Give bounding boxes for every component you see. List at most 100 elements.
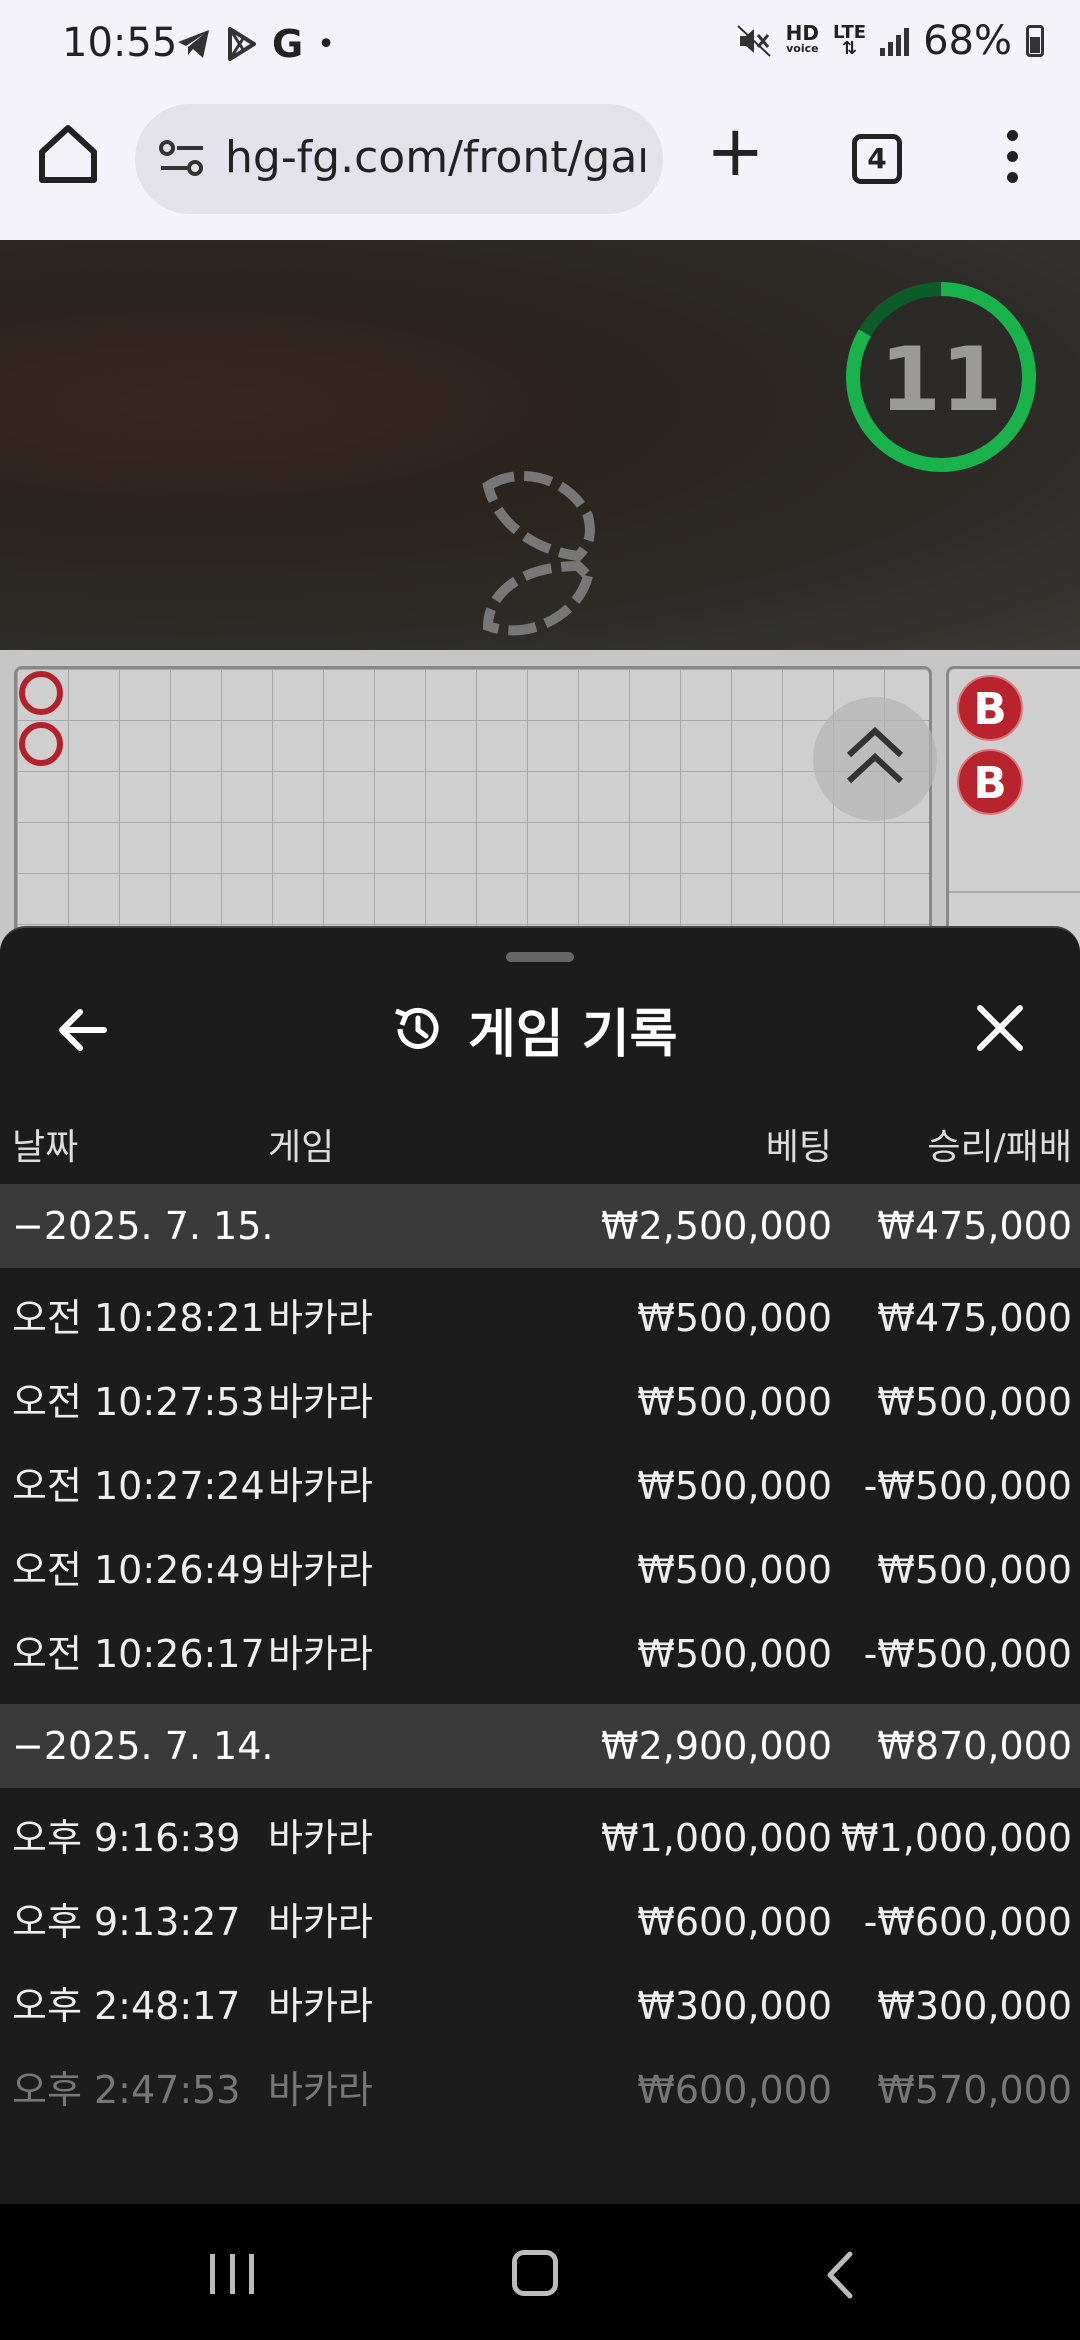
row-game: 바카라 — [268, 1464, 373, 1508]
game-history-sheet: 게임 기록 날짜 게임 베팅 승리/패배 −2025. 7. 15. ₩2,50… — [0, 926, 1080, 2204]
row-win-loss: ₩500,000 — [877, 1548, 1072, 1592]
address-bar[interactable]: hg-fg.com/front/game — [135, 104, 663, 214]
loading-spinner-icon — [482, 471, 595, 636]
more-notifications-dot: • — [317, 26, 335, 62]
tab-switcher-button[interactable]: 4 — [852, 134, 902, 184]
roadmap-panel: B B — [0, 650, 1080, 966]
bead-road-grid: B B — [946, 666, 1080, 966]
mute-icon — [736, 25, 771, 57]
row-bet: ₩500,000 — [637, 1632, 832, 1676]
expand-roadmap-button[interactable] — [813, 697, 937, 821]
history-icon — [395, 1007, 439, 1049]
row-win-loss: ₩1,000,000 — [841, 1816, 1072, 1860]
system-icons: HD voice LTE ⇅ 68% — [736, 18, 1044, 64]
table-row[interactable]: 오후 9:16:39 바카라 ₩1,000,000 ₩1,000,000 — [0, 1796, 1080, 1880]
row-time: 오전 10:26:49 — [12, 1548, 265, 1592]
browser-toolbar: hg-fg.com/front/game + 4 — [0, 90, 1080, 240]
system-nav-bar — [0, 2204, 1080, 2340]
play-store-icon — [228, 27, 256, 61]
row-game: 바카라 — [268, 1816, 373, 1860]
row-game: 바카라 — [268, 1900, 373, 1944]
table-row[interactable]: 오전 10:27:53 바카라 ₩500,000 ₩500,000 — [0, 1360, 1080, 1444]
row-win-loss: ₩475,000 — [877, 1296, 1072, 1340]
table-row[interactable]: 오전 10:27:24 바카라 ₩500,000 -₩500,000 — [0, 1444, 1080, 1528]
row-win-loss: -₩500,000 — [863, 1632, 1072, 1676]
site-settings-icon[interactable] — [159, 138, 205, 180]
table-header: 날짜 게임 베팅 승리/패배 — [0, 1118, 1080, 1180]
row-game: 바카라 — [268, 1548, 373, 1592]
row-win-loss: -₩600,000 — [863, 1900, 1072, 1944]
date-group-row[interactable]: −2025. 7. 14. ₩2,900,000 ₩870,000 — [0, 1704, 1080, 1788]
url-text: hg-fg.com/front/game — [225, 132, 645, 183]
group-bet-total: ₩2,500,000 — [601, 1204, 832, 1248]
row-win-loss: ₩570,000 — [877, 2068, 1072, 2112]
lte-icon: LTE ⇅ — [833, 22, 867, 59]
table-row[interactable]: 오전 10:26:17 바카라 ₩500,000 -₩500,000 — [0, 1612, 1080, 1696]
banker-bead: B — [957, 675, 1023, 741]
status-time: 10:55 — [62, 20, 178, 66]
header-win-loss: 승리/패배 — [927, 1127, 1072, 1168]
recents-button[interactable] — [210, 2254, 254, 2294]
header-game: 게임 — [268, 1127, 335, 1168]
table-row[interactable]: 오후 9:13:27 바카라 ₩600,000 -₩600,000 — [0, 1880, 1080, 1964]
row-game: 바카라 — [268, 1632, 373, 1676]
google-icon: G — [272, 22, 304, 66]
home-icon[interactable] — [34, 120, 102, 188]
date-group-row[interactable]: −2025. 7. 15. ₩2,500,000 ₩475,000 — [0, 1184, 1080, 1268]
row-bet: ₩500,000 — [637, 1548, 832, 1592]
countdown-timer: 11 — [846, 282, 1036, 472]
sheet-drag-handle[interactable] — [506, 952, 574, 962]
header-date: 날짜 — [12, 1127, 79, 1168]
new-tab-button[interactable]: + — [706, 116, 765, 186]
big-road-grid — [14, 666, 937, 966]
row-time: 오전 10:26:17 — [12, 1632, 265, 1676]
row-game: 바카라 — [268, 1984, 373, 2028]
sheet-header: 게임 기록 — [390, 996, 677, 1065]
battery-percent: 68% — [923, 18, 1012, 64]
table-row[interactable]: 오후 2:47:53 바카라 ₩600,000 ₩570,000 — [0, 2048, 1080, 2132]
row-bet: ₩500,000 — [637, 1380, 832, 1424]
signal-icon — [880, 26, 910, 56]
status-bar: 10:55 G • HD voice LTE ⇅ 68% — [0, 0, 1080, 90]
hd-voice-icon: HD voice — [785, 21, 820, 55]
banker-bead: B — [957, 749, 1023, 815]
table-row[interactable]: 오전 10:28:21 바카라 ₩500,000 ₩475,000 — [0, 1276, 1080, 1360]
row-time: 오전 10:27:53 — [12, 1380, 265, 1424]
back-arrow-icon[interactable] — [52, 1000, 112, 1060]
row-time: 오후 9:16:39 — [12, 1816, 241, 1860]
row-bet: ₩600,000 — [637, 1900, 832, 1944]
notification-icons: G • — [176, 22, 335, 66]
row-time: 오전 10:28:21 — [12, 1296, 265, 1340]
group-bet-total: ₩2,900,000 — [601, 1724, 832, 1768]
history-table: −2025. 7. 15. ₩2,500,000 ₩475,000 오전 10:… — [0, 1184, 1080, 2132]
row-game: 바카라 — [268, 1380, 373, 1424]
row-game: 바카라 — [268, 1296, 373, 1340]
group-win-total: ₩870,000 — [877, 1724, 1072, 1768]
browser-menu-button[interactable] — [1000, 130, 1024, 194]
row-win-loss: ₩500,000 — [877, 1380, 1072, 1424]
telegram-icon — [178, 30, 209, 58]
table-row[interactable]: 오전 10:26:49 바카라 ₩500,000 ₩500,000 — [0, 1528, 1080, 1612]
row-time: 오후 2:47:53 — [12, 2068, 241, 2112]
home-button[interactable] — [512, 2250, 558, 2296]
row-win-loss: -₩500,000 — [863, 1464, 1072, 1508]
row-bet: ₩500,000 — [637, 1464, 832, 1508]
countdown-value: 11 — [879, 328, 1003, 431]
row-bet: ₩1,000,000 — [601, 1816, 832, 1860]
header-bet: 베팅 — [765, 1127, 832, 1168]
row-time: 오후 9:13:27 — [12, 1900, 241, 1944]
row-win-loss: ₩300,000 — [877, 1984, 1072, 2028]
group-date: −2025. 7. 15. — [12, 1204, 274, 1248]
back-button[interactable] — [820, 2250, 860, 2300]
row-bet: ₩600,000 — [637, 2068, 832, 2112]
table-row[interactable]: 오후 2:48:17 바카라 ₩300,000 ₩300,000 — [0, 1964, 1080, 2048]
row-bet: ₩500,000 — [637, 1296, 832, 1340]
close-icon[interactable] — [970, 998, 1030, 1058]
battery-icon — [1026, 25, 1044, 57]
row-bet: ₩300,000 — [637, 1984, 832, 2028]
game-video: 11 — [0, 240, 1080, 650]
road-marker — [19, 671, 63, 715]
row-game: 바카라 — [268, 2068, 373, 2112]
road-marker — [19, 722, 63, 766]
sheet-title: 게임 기록 — [468, 1004, 678, 1065]
